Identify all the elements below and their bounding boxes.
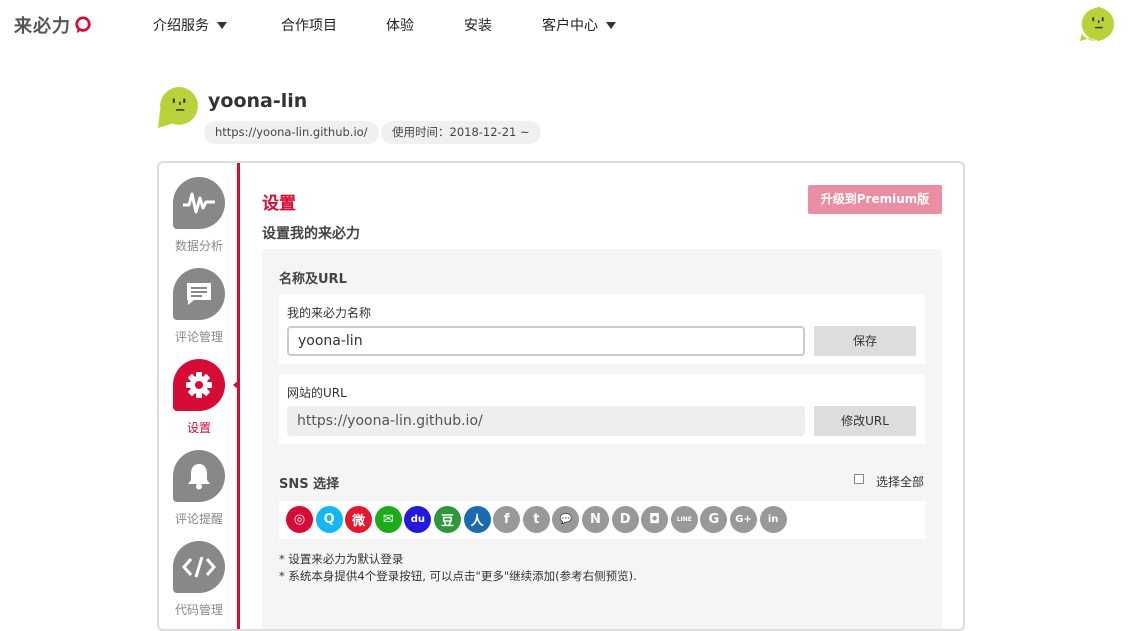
nav-item-label: 体验 xyxy=(386,18,414,34)
nav-item-label: 安装 xyxy=(464,18,492,34)
settings-content: 设置 升级到Premium版 设置我的来必力 名称及URL 我的来必力名称 yo… xyxy=(240,163,963,629)
livere-logo-icon xyxy=(75,16,91,34)
twitter-icon[interactable]: t xyxy=(522,506,550,533)
bell-icon xyxy=(173,450,225,502)
url-input: https://yoona-lin.github.io/ xyxy=(287,406,805,436)
douban-icon[interactable]: 豆 xyxy=(434,506,461,533)
profile-avatar-icon xyxy=(158,87,198,128)
nav-item-services[interactable]: 介绍服务 xyxy=(153,15,227,35)
gear-icon xyxy=(173,359,225,411)
logo[interactable]: 来必力 xyxy=(14,12,92,38)
livere-icon[interactable]: ◎ xyxy=(286,506,313,533)
code-icon xyxy=(173,541,225,593)
profile-name: yoona-lin xyxy=(208,90,308,112)
sidebar-item-label: 代码管理 xyxy=(174,603,223,617)
chevron-down-icon xyxy=(606,21,616,29)
nav-item-label: 客户中心 xyxy=(542,18,598,34)
wechat-icon[interactable]: ✉ xyxy=(374,506,402,533)
weibo-icon[interactable]: 微 xyxy=(345,506,373,533)
sidebar-item-label: 评论提醒 xyxy=(174,512,223,526)
sidebar-item-label: 评论管理 xyxy=(174,330,223,344)
name-input[interactable]: yoona-lin xyxy=(287,326,805,356)
chevron-down-icon xyxy=(217,21,227,29)
select-all-toggle[interactable]: 选择全部 xyxy=(854,473,924,490)
section-subtitle: 设置我的来必力 xyxy=(262,226,360,242)
baidu-icon[interactable]: du xyxy=(404,506,432,533)
top-navigation: 来必力 介绍服务 合作项目 体验 安装 客户中心 xyxy=(0,0,1134,48)
select-all-checkbox[interactable] xyxy=(854,473,864,484)
kakaotalk-icon[interactable]: 💬 xyxy=(552,506,580,533)
qq-icon[interactable]: Q xyxy=(315,506,343,533)
edit-url-button[interactable]: 修改URL xyxy=(814,406,916,436)
nav-item-demo[interactable]: 体验 xyxy=(386,15,414,35)
nav-item-label: 介绍服务 xyxy=(153,18,209,34)
instagram-icon[interactable]: ◘ xyxy=(641,506,669,533)
naver-icon[interactable]: N xyxy=(582,506,609,533)
settings-panel: 数据分析 评论管理 设置 评论提醒 代码管理 设置 升级到Premium版 设置… xyxy=(157,161,965,631)
logo-text: 来必力 xyxy=(14,16,71,37)
note-line: * 系统本身提供4个登录按钮, 可以点击"更多"继续添加(参考右侧预览). xyxy=(279,569,637,583)
facebook-icon[interactable]: f xyxy=(493,506,521,533)
sidebar-item-label: 数据分析 xyxy=(174,239,223,253)
name-field-label: 我的来必力名称 xyxy=(287,306,372,320)
sidebar-item-label: 设置 xyxy=(186,421,211,435)
nav-item-install[interactable]: 安装 xyxy=(464,15,492,35)
renren-icon[interactable]: 人 xyxy=(463,506,491,533)
name-url-section-title: 名称及URL xyxy=(279,272,347,287)
nav-item-support[interactable]: 客户中心 xyxy=(542,15,616,35)
github-icon[interactable]: G xyxy=(700,506,728,533)
upgrade-premium-button[interactable]: 升级到Premium版 xyxy=(808,185,942,214)
name-field-card: 我的来必力名称 yoona-lin 保存 xyxy=(279,294,925,364)
settings-box: 名称及URL 我的来必力名称 yoona-lin 保存 网站的URL https… xyxy=(262,249,942,629)
nav-item-label: 合作项目 xyxy=(281,18,337,34)
pulse-icon xyxy=(173,177,225,229)
nav-item-partners[interactable]: 合作项目 xyxy=(281,15,337,35)
user-avatar-icon[interactable] xyxy=(1078,5,1116,43)
sns-section-title: SNS 选择 xyxy=(279,477,340,492)
google-plus-icon[interactable]: G+ xyxy=(730,506,757,533)
select-all-label: 选择全部 xyxy=(876,475,925,489)
sidebar: 数据分析 评论管理 设置 评论提醒 代码管理 xyxy=(159,163,237,629)
line-icon[interactable]: LINE xyxy=(670,506,698,533)
daum-icon[interactable]: D xyxy=(611,506,639,533)
save-button[interactable]: 保存 xyxy=(814,326,916,356)
sns-icon-list: ◎ Q 微 ✉ du 豆人 f t 💬 N D ◘ LINE G G+ in xyxy=(279,501,925,539)
profile-since-badge: 使用时间：2018-12-21 ~ xyxy=(381,121,541,144)
comment-icon xyxy=(173,268,225,320)
url-field-label: 网站的URL xyxy=(287,386,347,400)
note-line: * 设置来必力为默认登录 xyxy=(279,552,404,566)
linkedin-icon[interactable]: in xyxy=(759,506,787,533)
url-field-card: 网站的URL https://yoona-lin.github.io/ 修改UR… xyxy=(279,374,925,444)
profile-url-badge[interactable]: https://yoona-lin.github.io/ xyxy=(204,121,379,144)
page-title: 设置 xyxy=(262,194,296,214)
